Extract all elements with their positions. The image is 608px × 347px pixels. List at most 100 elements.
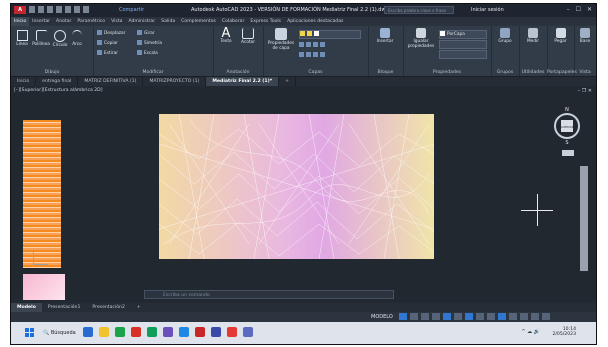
open-file-icon[interactable] xyxy=(38,6,44,13)
line-tool[interactable]: Línea xyxy=(14,30,30,47)
ribbon-tab-express-tools[interactable]: Express Tools xyxy=(247,17,284,26)
paste-button[interactable]: Pegar xyxy=(550,28,571,44)
view-group-title[interactable]: Vista xyxy=(574,70,596,75)
ribbon-tab-salida[interactable]: Salida xyxy=(158,17,178,26)
dimension-tool[interactable]: Acotar xyxy=(238,28,258,45)
taskbar-app-icon[interactable] xyxy=(195,327,205,337)
viewcube[interactable]: N S SUPERIOR xyxy=(552,104,582,146)
insert-button[interactable]: Insertar xyxy=(373,28,397,44)
otrack-toggle-icon[interactable] xyxy=(454,313,462,320)
layer-tool-icon[interactable] xyxy=(313,52,318,57)
polyline-tool[interactable]: Polilínea xyxy=(32,30,50,47)
mirror-button[interactable]: Simetría xyxy=(137,40,162,46)
draw-group-title[interactable]: Dibujo xyxy=(11,70,93,75)
plot-icon[interactable] xyxy=(65,6,71,13)
isolate-objects-icon[interactable] xyxy=(520,313,528,320)
measure-button[interactable]: Medir xyxy=(522,28,544,44)
file-tab-mediatriz[interactable]: Mediatriz Final 2.2 (1)* xyxy=(206,77,280,86)
autocad-logo[interactable]: A xyxy=(14,6,26,14)
palette-panel[interactable] xyxy=(23,120,61,268)
ribbon-tab-aplicaciones[interactable]: Aplicaciones destacadas xyxy=(284,17,346,26)
file-tab-matrizproyecto[interactable]: MATRIZPROYECTO (1) xyxy=(143,77,207,86)
annotation-group-title[interactable]: Anotación xyxy=(213,70,263,75)
file-tab-matriz-definitiva[interactable]: MATRIZ DEFINITIVA (1) xyxy=(78,77,144,86)
rotate-button[interactable]: Girar xyxy=(137,30,155,36)
search-input[interactable]: Escriba palabra clave o frase xyxy=(384,6,454,14)
ribbon-tab-insertar[interactable]: Insertar xyxy=(29,17,53,26)
taskbar-app-icon[interactable] xyxy=(211,327,221,337)
layer-tool-icon[interactable] xyxy=(320,52,325,57)
ribbon-tab-administrar[interactable]: Administrar xyxy=(125,17,158,26)
layout-tab-modelo[interactable]: Modelo xyxy=(11,303,42,312)
redo-icon[interactable] xyxy=(83,6,89,13)
navigation-bar[interactable] xyxy=(580,166,588,271)
fullscreen-icon[interactable] xyxy=(531,313,539,320)
layer-tool-icon[interactable] xyxy=(313,42,318,47)
osnap-toggle-icon[interactable] xyxy=(443,313,451,320)
viewport-window-controls[interactable]: – ❐ ✕ xyxy=(578,88,592,94)
properties-group-title[interactable]: Propiedades xyxy=(403,70,491,75)
ribbon-tab-anotar[interactable]: Anotar xyxy=(53,17,74,26)
clipboard-group-title[interactable]: Portapapeles xyxy=(547,70,577,75)
taskbar-app-icon[interactable] xyxy=(99,327,109,337)
taskbar-app-icon[interactable] xyxy=(243,327,253,337)
taskbar-clock[interactable]: 10:14 2/05/2023 xyxy=(552,327,576,337)
sign-in-button[interactable]: Iniciar sesión xyxy=(471,7,504,13)
command-input[interactable]: Escriba un comando xyxy=(144,290,394,299)
save-as-icon[interactable] xyxy=(56,6,62,13)
lineweight-dropdown[interactable] xyxy=(439,50,487,59)
add-layout-button[interactable]: + xyxy=(131,303,147,312)
taskbar-app-icon[interactable] xyxy=(115,327,125,337)
taskbar-app-icon[interactable] xyxy=(163,327,173,337)
file-tab-entrega-final[interactable]: entrega final xyxy=(36,77,79,86)
taskbar-app-icon[interactable] xyxy=(147,327,157,337)
viewport-controls-label[interactable]: [–][Superior][Estructura alámbrica 2D] xyxy=(14,88,103,93)
layer-dropdown[interactable] xyxy=(299,30,361,39)
snap-toggle-icon[interactable] xyxy=(410,313,418,320)
block-group-title[interactable]: Bloque xyxy=(368,70,403,75)
layer-properties-button[interactable]: Propiedades de capa xyxy=(266,28,296,51)
base-view-button[interactable]: Base xyxy=(576,28,594,44)
viewcube-face[interactable]: SUPERIOR xyxy=(560,125,573,129)
linetype-dropdown[interactable] xyxy=(439,40,487,49)
minimize-button[interactable]: – xyxy=(567,6,570,13)
transparency-toggle-icon[interactable] xyxy=(476,313,484,320)
viewcube-north[interactable]: N xyxy=(565,107,569,113)
wcs-menu-button[interactable] xyxy=(562,150,574,156)
layer-tool-icon[interactable] xyxy=(306,52,311,57)
layout-tab-presentacion1[interactable]: Presentación1 xyxy=(42,303,87,312)
modify-group-title[interactable]: Modificar xyxy=(93,70,213,75)
layer-tool-icon[interactable] xyxy=(299,52,304,57)
lineweight-toggle-icon[interactable] xyxy=(465,313,473,320)
arc-tool[interactable]: Arco xyxy=(70,30,84,47)
copy-button[interactable]: Copiar xyxy=(97,40,118,46)
groups-group-title[interactable]: Grupos xyxy=(491,70,519,75)
close-button[interactable]: ✕ xyxy=(587,6,592,13)
system-tray-icons[interactable]: ^ ☁ 🔊 xyxy=(521,329,540,335)
layers-group-title[interactable]: Capas xyxy=(263,70,368,75)
layer-tool-icon[interactable] xyxy=(299,42,304,47)
circle-tool[interactable]: Círculo xyxy=(52,30,68,48)
ribbon-tab-parametrico[interactable]: Paramétrico xyxy=(74,17,108,26)
scale-button[interactable]: Escala xyxy=(137,50,158,56)
file-tab-inicio[interactable]: Inicio xyxy=(11,77,37,86)
group-button[interactable]: Grupo xyxy=(494,28,516,44)
ribbon-tab-inicio[interactable]: Inicio xyxy=(11,17,30,26)
new-tab-button[interactable]: + xyxy=(279,77,296,86)
taskbar-app-icon[interactable] xyxy=(131,327,141,337)
utilities-group-title[interactable]: Utilidades xyxy=(519,70,547,75)
maximize-button[interactable]: ☐ xyxy=(576,6,581,13)
taskbar-app-icon[interactable] xyxy=(227,327,237,337)
undo-icon[interactable] xyxy=(74,6,80,13)
taskbar-search[interactable]: 🔍 Búsqueda xyxy=(43,328,76,338)
polar-toggle-icon[interactable] xyxy=(432,313,440,320)
ribbon-tab-colaborar[interactable]: Colaborar xyxy=(219,17,247,26)
selection-cycling-icon[interactable] xyxy=(487,313,495,320)
taskbar-app-icon[interactable] xyxy=(179,327,189,337)
layer-tool-icon[interactable] xyxy=(320,42,325,47)
annotation-scale-icon[interactable] xyxy=(498,313,506,320)
ortho-toggle-icon[interactable] xyxy=(421,313,429,320)
layout-tab-presentacion2[interactable]: Presentación2 xyxy=(86,303,131,312)
ribbon-tab-complementos[interactable]: Complementos xyxy=(178,17,219,26)
workspace-gear-icon[interactable] xyxy=(509,313,517,320)
